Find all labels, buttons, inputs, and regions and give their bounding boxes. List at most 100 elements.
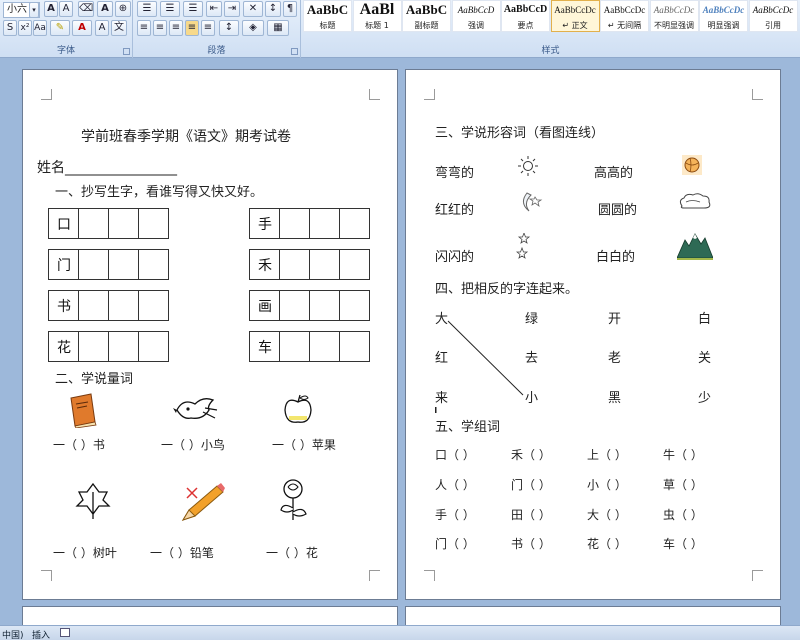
word-group-item: 禾（ ） — [511, 448, 551, 462]
sort-button[interactable]: ↕ — [265, 1, 281, 17]
grid-empty-cell[interactable] — [138, 290, 169, 321]
grid-empty-cell[interactable] — [279, 331, 310, 362]
distributed-button[interactable]: ≡ — [201, 20, 215, 36]
writing-grid-row: 口 — [48, 208, 169, 239]
font-dialog-launcher-icon[interactable] — [123, 48, 130, 55]
style-tile[interactable]: AaBbCcDc 不明显强调 — [649, 0, 699, 32]
grid-empty-cell[interactable] — [279, 249, 310, 280]
strikethrough-button[interactable]: S — [3, 20, 17, 36]
grid-empty-cell[interactable] — [309, 249, 340, 280]
grid-empty-cell[interactable] — [108, 290, 139, 321]
grow-font-button[interactable]: A — [44, 1, 58, 17]
grid-empty-cell[interactable] — [279, 208, 310, 239]
grid-empty-cell[interactable] — [339, 290, 370, 321]
char-shading-button[interactable]: A — [95, 20, 109, 36]
phonetic-guide-button[interactable]: 文 — [111, 20, 127, 36]
borders-button[interactable]: ▦ — [267, 20, 289, 36]
justify-button[interactable]: ≡ — [185, 20, 199, 36]
style-tile[interactable]: AaBbC 副标题 — [402, 0, 451, 32]
grid-empty-cell[interactable] — [339, 208, 370, 239]
grid-empty-cell[interactable] — [138, 249, 169, 280]
grid-empty-cell[interactable] — [108, 331, 139, 362]
align-left-button[interactable]: ≡ — [137, 20, 151, 36]
increase-indent-button[interactable]: ⇥ — [224, 1, 240, 17]
numbering-button[interactable]: ☰ — [160, 1, 180, 17]
style-name: 副标题 — [414, 21, 439, 30]
chinese-layout-button[interactable]: ✕ — [243, 1, 263, 17]
bullets-button[interactable]: ☰ — [137, 1, 157, 17]
grid-empty-cell[interactable] — [339, 331, 370, 362]
measure-item: 一（ ）书 — [53, 438, 105, 452]
grid-empty-cell[interactable] — [309, 208, 340, 239]
grid-char-cell: 书 — [48, 290, 79, 321]
clear-format-button[interactable]: ⌫ — [78, 1, 94, 17]
show-marks-button[interactable]: ¶ — [283, 1, 297, 17]
shrink-font-button[interactable]: A — [59, 1, 73, 17]
grid-empty-cell[interactable] — [78, 290, 109, 321]
grid-empty-cell[interactable] — [108, 208, 139, 239]
connecting-line — [435, 320, 524, 413]
multilevel-button[interactable]: ☰ — [183, 1, 203, 17]
exam-title: 学前班春季学期《语文》期考试卷 — [81, 129, 291, 145]
style-sample: AaBbCcDc — [702, 5, 745, 15]
style-name: ↵ 无间隔 — [607, 21, 642, 30]
style-tile[interactable]: AaBbCcDc ↵ 正文 — [550, 0, 600, 32]
styles-group: AaBbC 标题 AaBl 标题 1 AaBbC 副标题 AaBbCcD 强调 AaBbCcD 要… — [301, 0, 800, 58]
style-tile[interactable]: AaBbCcD 要点 — [501, 0, 550, 32]
style-tile[interactable]: AaBl 标题 1 — [352, 0, 402, 32]
style-tile[interactable]: AaBbCcDc 引用 — [748, 0, 798, 32]
paragraph-dialog-launcher-icon[interactable] — [291, 48, 298, 55]
style-sample: AaBbCcDc — [752, 5, 794, 15]
name-line[interactable]: 姓名________________ — [37, 157, 177, 177]
grid-empty-cell[interactable] — [108, 249, 139, 280]
macro-record-icon[interactable] — [60, 628, 70, 637]
book-icon — [70, 393, 97, 428]
change-case-button[interactable]: Aa — [33, 20, 47, 36]
grid-empty-cell[interactable] — [309, 290, 340, 321]
grid-empty-cell[interactable] — [339, 249, 370, 280]
font-color-button[interactable]: A — [72, 20, 92, 36]
grid-empty-cell[interactable] — [78, 331, 109, 362]
grid-empty-cell[interactable] — [309, 331, 340, 362]
style-sample: AaBbCcDc — [653, 5, 695, 15]
crop-mark — [424, 570, 435, 581]
writing-grid-row: 花 — [48, 331, 169, 362]
grid-empty-cell[interactable] — [78, 208, 109, 239]
writing-grid-row: 门 — [48, 249, 169, 280]
measure-item: 一（ ）小鸟 — [161, 438, 225, 452]
style-tile[interactable]: AaBbC 标题 — [303, 0, 352, 32]
shading-button[interactable]: ◈ — [242, 20, 264, 36]
font-group-label: 字体 — [56, 46, 75, 56]
style-tile[interactable]: AaBbCcDc ↵ 无间隔 — [600, 0, 649, 32]
ribbon: 小六 ▾ A A ⌫ A ⊕ S x² Aa ✎ A A 文 字体 ☰ ☰ ☰ … — [0, 0, 800, 58]
grid-char-cell: 手 — [249, 208, 280, 239]
style-tile[interactable]: AaBbCcDc 明显强调 — [699, 0, 748, 32]
subscript-button[interactable]: x² — [18, 20, 32, 36]
line-spacing-button[interactable]: ↕ — [219, 20, 239, 36]
enclose-char-button[interactable]: ⊕ — [115, 1, 131, 17]
grid-empty-cell[interactable] — [279, 290, 310, 321]
page-1: 学前班春季学期《语文》期考试卷 姓名________________ 一、抄写生… — [22, 69, 398, 600]
highlight-button[interactable]: ✎ — [50, 20, 70, 36]
word-group-item: 人（ ） — [435, 478, 475, 492]
style-tile[interactable]: AaBbCcD 强调 — [451, 0, 501, 32]
grid-empty-cell[interactable] — [138, 331, 169, 362]
word-group-item: 小（ ） — [587, 478, 627, 492]
grid-char-cell: 禾 — [249, 249, 280, 280]
char-border-button[interactable]: A — [97, 1, 113, 17]
font-size-dropdown[interactable]: ▾ — [29, 2, 39, 18]
insert-mode-indicator[interactable]: 插入 — [32, 628, 50, 640]
measure-item: 一（ ）树叶 — [53, 546, 117, 560]
align-right-button[interactable]: ≡ — [169, 20, 183, 36]
align-center-button[interactable]: ≡ — [153, 20, 167, 36]
grid-empty-cell[interactable] — [138, 208, 169, 239]
grid-empty-cell[interactable] — [78, 249, 109, 280]
word-group-item: 花（ ） — [587, 537, 627, 551]
measure-item: 一（ ）苹果 — [272, 438, 336, 452]
word-group-item: 手（ ） — [435, 508, 475, 522]
language-indicator[interactable]: 中国) — [2, 628, 24, 640]
grid-char-cell: 画 — [249, 290, 280, 321]
word-group-item: 车（ ） — [663, 537, 703, 551]
style-name: 不明显强调 — [654, 21, 694, 30]
decrease-indent-button[interactable]: ⇤ — [206, 1, 222, 17]
